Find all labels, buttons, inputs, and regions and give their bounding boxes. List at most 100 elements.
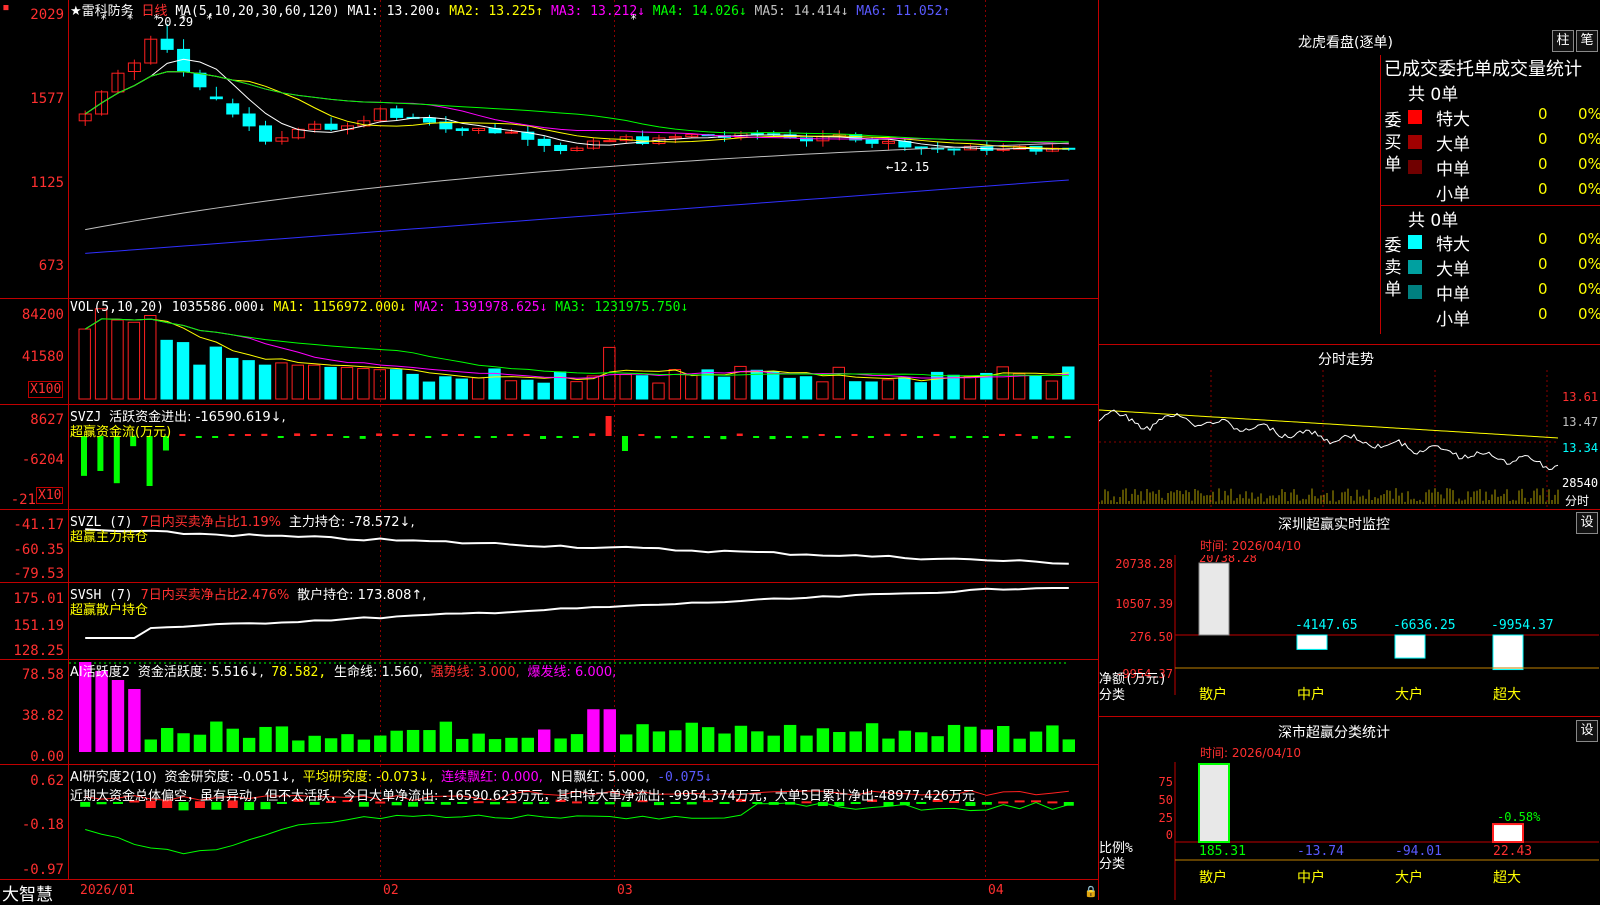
monitor-axis-label: 276.50	[1130, 630, 1173, 644]
activity-bar	[587, 709, 600, 752]
price-axis-label: 1577	[30, 91, 64, 107]
sell-orders-label: 委卖单	[1384, 236, 1402, 300]
order-type: 中单	[1436, 285, 1470, 305]
activity-bar	[685, 722, 698, 752]
activity-bar	[554, 738, 567, 752]
flow-bar	[999, 433, 1006, 436]
vol-ma2: MA2: 1391978.625↓	[414, 300, 548, 315]
volume-bar	[193, 364, 206, 400]
flow-bar	[326, 434, 333, 436]
classify-category: 大户	[1395, 869, 1423, 886]
monitor-settings-button[interactable]: 设	[1576, 512, 1598, 534]
flow-bar	[244, 434, 251, 436]
ai2-research: 资金研究度: -0.051↓,	[164, 770, 295, 785]
classify-settings-button[interactable]: 设	[1576, 720, 1598, 742]
flow-bar	[589, 433, 596, 436]
price-chart[interactable]	[69, 0, 1098, 298]
flow-bar	[179, 433, 186, 436]
order-color-swatch	[1408, 285, 1422, 299]
flow-bar	[769, 436, 776, 440]
order-stat-row: 特大 0 0%	[1408, 105, 1600, 130]
svzl-position: 主力持仓: -78.572↓,	[288, 515, 415, 530]
classify-axis-label: 25	[1159, 811, 1173, 825]
activity-bar	[177, 733, 190, 752]
flow-bar	[294, 433, 301, 436]
longhu-subtitle: 已成交委托单成交量统计	[1384, 59, 1582, 80]
classify-title: 深市超赢分类统计	[1278, 725, 1390, 741]
candle-body	[259, 125, 273, 142]
flow-bar	[638, 434, 645, 436]
classify-bar	[1198, 763, 1230, 843]
monitor-category: 中户	[1297, 686, 1325, 703]
activity-bar	[259, 726, 272, 752]
flow-bar	[490, 436, 497, 438]
candle-body	[455, 128, 469, 132]
activity-bar	[538, 729, 551, 752]
activity-bar	[849, 731, 862, 752]
fenshi-axis-label: 13.47	[1562, 415, 1599, 429]
classify-axis-label: 0	[1166, 828, 1173, 842]
bar-mode-button[interactable]: 柱	[1552, 30, 1574, 52]
svsh-ratio: 7日内买卖净占比2.476%	[140, 588, 290, 603]
activity-bar	[193, 734, 207, 752]
candle-body	[390, 108, 404, 118]
flow-bar	[277, 436, 284, 438]
flow-bar	[1015, 434, 1022, 436]
tick-mode-button[interactable]: 笔	[1576, 30, 1598, 52]
activity-bar	[701, 727, 715, 752]
activity-bar	[783, 724, 797, 752]
candle-body	[947, 148, 961, 151]
classify-chart[interactable]: 75 50 25 0 185.31 散户 -13.74 中户 -94.01 大户 22.43 超大 -0…	[1099, 762, 1600, 900]
candle-body	[865, 139, 879, 144]
flow-bar	[884, 433, 891, 436]
flow-bar	[851, 434, 858, 436]
order-percent: 0%	[1578, 280, 1600, 298]
activity-bar	[652, 731, 666, 752]
order-percent: 0%	[1578, 305, 1600, 323]
buy-rows: 特大 0 0% 大单 0 0% 中单 0 0% 小单 0 0%	[1408, 105, 1600, 205]
classify-category: 散户	[1199, 869, 1227, 886]
order-percent: 0%	[1578, 230, 1600, 248]
candle-body	[422, 117, 436, 123]
ai1-burst-line: 爆发线: 6.000,	[527, 665, 617, 680]
lock-icon[interactable]: 🔒	[1084, 885, 1098, 898]
volume-bar	[652, 382, 665, 400]
volume-bar	[898, 377, 911, 400]
activity-bar	[718, 733, 731, 752]
activity-bar	[505, 737, 518, 752]
svsh-axis-label: 128.25	[13, 643, 64, 659]
candle-body	[603, 140, 617, 143]
vol-ma3: MA3: 1231975.750↓	[555, 300, 689, 315]
order-color-swatch	[1408, 110, 1422, 124]
intraday-chart[interactable]	[1099, 370, 1600, 508]
volume-bar	[537, 382, 550, 400]
flow-bar	[1031, 436, 1038, 439]
candle-body	[554, 144, 568, 151]
vol-value: 1035586.000↓	[171, 300, 266, 315]
activity-bar	[1029, 731, 1043, 752]
volume-bar	[521, 379, 534, 400]
volume-bar	[865, 381, 878, 400]
ai1-axis-label: 78.58	[21, 667, 64, 683]
flow-bar	[310, 434, 317, 436]
volume-bar	[176, 342, 190, 400]
flow-bar	[408, 434, 415, 436]
buy-orders-label: 委买单	[1384, 111, 1402, 175]
ai1-activity: 资金活跃度: 5.516↓,	[137, 665, 264, 680]
flow-bar	[261, 433, 268, 436]
flow-bar	[802, 436, 809, 439]
activity-bar	[865, 723, 879, 752]
monitor-time: 时间: 2026/04/10	[1200, 539, 1302, 553]
flow-bar	[81, 436, 87, 476]
order-stat-row: 大单 0 0%	[1408, 130, 1600, 155]
classify-bar	[1492, 823, 1524, 843]
monitor-chart[interactable]: 20738.2810507.39276.50-9954.3720738.28散户…	[1099, 555, 1600, 715]
volume-bar	[586, 375, 600, 400]
volume-bar	[422, 381, 436, 400]
activity-bar	[242, 737, 256, 752]
flow-bar	[97, 436, 104, 471]
svzj-axis-label: -21	[10, 492, 36, 508]
fenshi-avg-line	[1099, 409, 1559, 439]
activity-bar	[324, 738, 338, 752]
order-count: 0	[1538, 305, 1548, 323]
